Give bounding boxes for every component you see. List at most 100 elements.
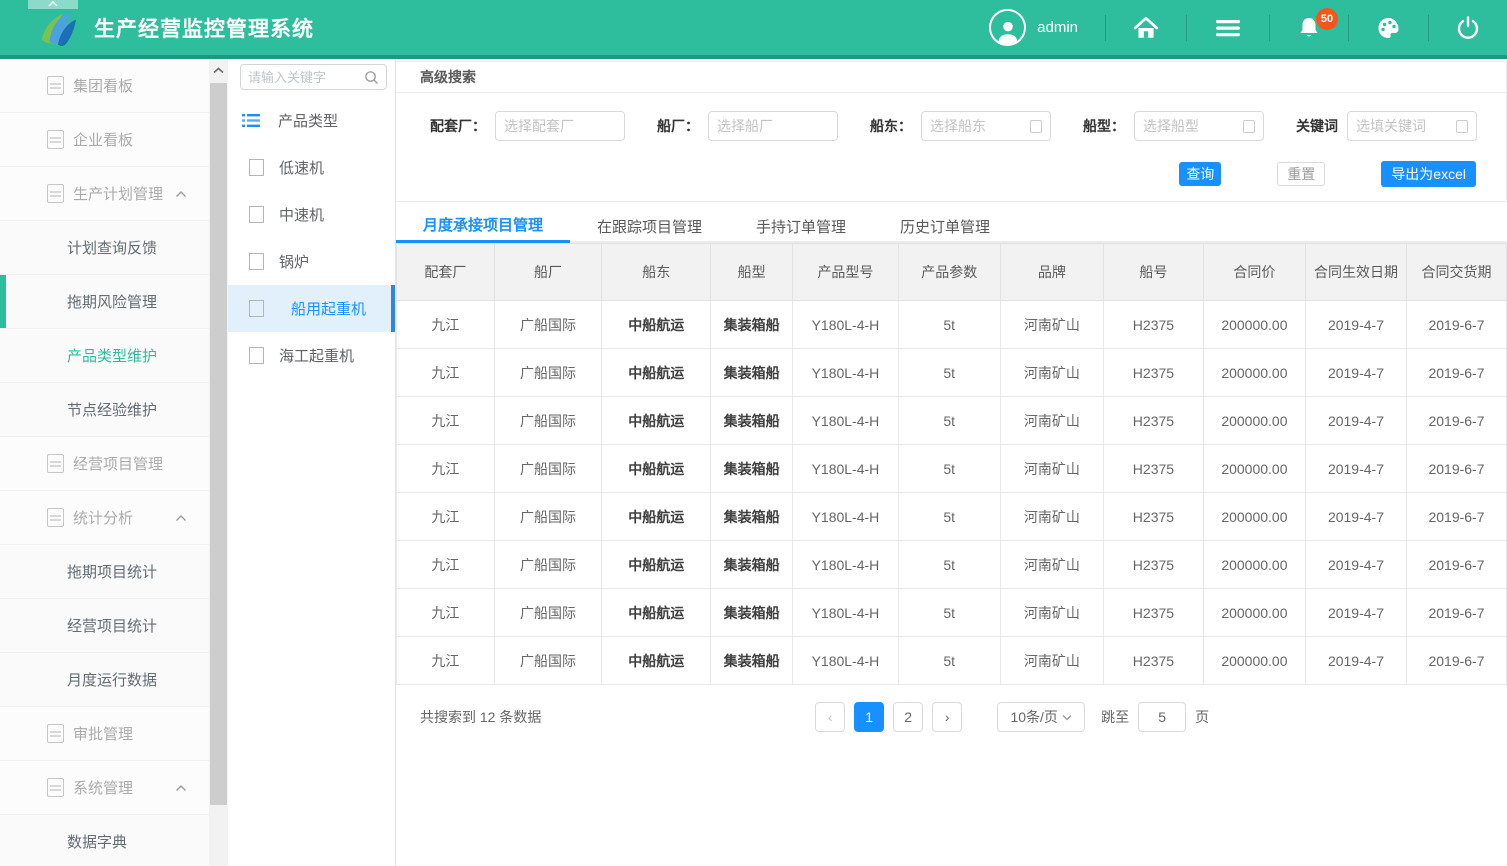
shipowner-input[interactable] <box>930 118 1026 134</box>
jump-input[interactable] <box>1138 702 1186 732</box>
keyword-input[interactable] <box>1356 118 1452 134</box>
cell-supplier: 九江 <box>397 445 495 493</box>
col-product-params: 产品参数 <box>898 244 1000 301</box>
sidebar-item-delay-project-stats[interactable]: 拖期项目统计 <box>0 545 209 599</box>
cell-shipyard: 广船国际 <box>494 349 602 397</box>
tree-root-product-type[interactable]: 产品类型 <box>228 96 395 144</box>
cell-product-params: 5t <box>898 349 1000 397</box>
sidebar-item-group-dashboard[interactable]: 集团看板 <box>0 59 209 113</box>
tab-history-orders[interactable]: 历史订单管理 <box>873 209 1017 243</box>
sidebar-item-node-experience-maintenance[interactable]: 节点经验维护 <box>0 383 209 437</box>
sidebar-item-approval-management[interactable]: 审批管理 <box>0 707 209 761</box>
shiptype-select[interactable] <box>1134 111 1264 141</box>
tab-monthly-projects[interactable]: 月度承接项目管理 <box>396 209 570 243</box>
cell-brand: 河南矿山 <box>1000 589 1103 637</box>
tree-item-label: 低速机 <box>279 157 324 178</box>
scroll-up-button[interactable] <box>209 59 228 81</box>
query-button[interactable]: 查询 <box>1179 162 1221 186</box>
sidebar-item-system-management[interactable]: 系统管理 <box>0 761 209 815</box>
sidebar-item-data-dictionary[interactable]: 数据字典 <box>0 815 209 866</box>
page-size-select[interactable]: 10条/页 <box>997 702 1085 732</box>
export-excel-button[interactable]: 导出为excel <box>1381 161 1476 187</box>
cell-contract-delivery-date: 2019-6-7 <box>1406 541 1506 589</box>
reset-button[interactable]: 重置 <box>1277 162 1325 186</box>
hamburger-icon <box>1214 18 1242 38</box>
next-page-button[interactable]: › <box>932 702 962 732</box>
cell-supplier: 九江 <box>397 397 495 445</box>
sidebar-item-monthly-operation-data[interactable]: 月度运行数据 <box>0 653 209 707</box>
cell-product-model: Y180L-4-H <box>793 301 898 349</box>
sidebar-item-statistics-analysis[interactable]: 统计分析 <box>0 491 209 545</box>
tree-item-label: 海工起重机 <box>279 345 354 366</box>
menu-icon <box>47 508 64 527</box>
node-icon <box>249 206 264 223</box>
collapse-pill[interactable] <box>28 0 78 9</box>
sidebar-item-production-plan-management[interactable]: 生产计划管理 <box>0 167 209 221</box>
tree-search-box[interactable] <box>240 64 387 90</box>
table-row: 九江 广船国际 中船航运 集装箱船 Y180L-4-H 5t 河南矿山 H237… <box>397 541 1507 589</box>
user-menu[interactable]: admin <box>962 0 1105 55</box>
sidebar-item-delay-risk-management[interactable]: 拖期风险管理 <box>0 275 209 329</box>
cell-ship-number: H2375 <box>1103 349 1203 397</box>
sidebar-item-operation-project-stats[interactable]: 经营项目统计 <box>0 599 209 653</box>
tree-item-offshore-crane[interactable]: 海工起重机 <box>228 332 395 379</box>
shipyard-select[interactable] <box>708 111 838 141</box>
cell-product-model: Y180L-4-H <box>793 589 898 637</box>
field-label: 配套厂： <box>430 116 486 136</box>
cell-contract-effective-date: 2019-4-7 <box>1305 301 1406 349</box>
cell-shipowner: 中船航运 <box>602 349 711 397</box>
shipowner-select[interactable] <box>921 111 1051 141</box>
cell-shipowner: 中船航运 <box>602 493 711 541</box>
field-label: 关键词 <box>1296 116 1338 136</box>
sidebar-item-label: 节点经验维护 <box>67 399 157 420</box>
supplier-select[interactable] <box>495 111 625 141</box>
sidebar-item-label: 生产计划管理 <box>73 183 163 204</box>
logout-button[interactable] <box>1429 0 1507 55</box>
tree-item-marine-crane[interactable]: 船用起重机 <box>228 285 395 332</box>
page-button-2[interactable]: 2 <box>893 702 923 732</box>
cell-product-model: Y180L-4-H <box>793 445 898 493</box>
scrollbar-thumb[interactable] <box>210 83 227 805</box>
cell-brand: 河南矿山 <box>1000 541 1103 589</box>
node-icon <box>249 159 264 176</box>
keyword-select[interactable] <box>1347 111 1477 141</box>
palette-icon <box>1376 16 1401 40</box>
shiptype-input[interactable] <box>1143 118 1239 134</box>
menu-toggle-button[interactable] <box>1187 0 1269 55</box>
shipyard-input[interactable] <box>717 118 829 134</box>
cell-contract-price: 200000.00 <box>1203 397 1305 445</box>
notification-badge: 50 <box>1316 8 1338 30</box>
sidebar-item-plan-query-feedback[interactable]: 计划查询反馈 <box>0 221 209 275</box>
sidebar-item-product-type-maintenance[interactable]: 产品类型维护 <box>0 329 209 383</box>
supplier-input[interactable] <box>504 118 616 134</box>
cell-ship-number: H2375 <box>1103 637 1203 685</box>
chevron-up-icon <box>213 67 224 74</box>
sidebar-item-operation-project-management[interactable]: 经营项目管理 <box>0 437 209 491</box>
col-shipowner: 船东 <box>602 244 711 301</box>
tree-item-boiler[interactable]: 锅炉 <box>228 238 395 285</box>
table-row: 九江 广船国际 中船航运 集装箱船 Y180L-4-H 5t 河南矿山 H237… <box>397 445 1507 493</box>
tree-item-medium-speed-engine[interactable]: 中速机 <box>228 191 395 238</box>
chevron-up-icon <box>175 190 187 198</box>
tab-tracking-projects[interactable]: 在跟踪项目管理 <box>570 209 729 243</box>
field-keyword: 关键词 <box>1296 111 1477 141</box>
tab-hand-orders[interactable]: 手持订单管理 <box>729 209 873 243</box>
sidebar-item-enterprise-dashboard[interactable]: 企业看板 <box>0 113 209 167</box>
cell-contract-delivery-date: 2019-6-7 <box>1406 493 1506 541</box>
home-button[interactable] <box>1106 0 1186 55</box>
notifications-button[interactable]: 50 <box>1270 0 1348 55</box>
pagination-controls: ‹ 1 2 › 10条/页 跳至 页 <box>815 702 1209 732</box>
sidebar-scrollbar[interactable] <box>209 59 228 866</box>
page-button-1[interactable]: 1 <box>854 702 884 732</box>
prev-page-button[interactable]: ‹ <box>815 702 845 732</box>
cell-supplier: 九江 <box>397 301 495 349</box>
menu-icon <box>47 184 64 203</box>
theme-button[interactable] <box>1349 0 1428 55</box>
tree-item-low-speed-engine[interactable]: 低速机 <box>228 144 395 191</box>
tree-search-input[interactable] <box>248 70 364 85</box>
cell-product-params: 5t <box>898 541 1000 589</box>
chevron-down-icon <box>1062 714 1072 721</box>
sidebar-item-label: 统计分析 <box>73 507 133 528</box>
cell-contract-price: 200000.00 <box>1203 445 1305 493</box>
cell-contract-price: 200000.00 <box>1203 541 1305 589</box>
